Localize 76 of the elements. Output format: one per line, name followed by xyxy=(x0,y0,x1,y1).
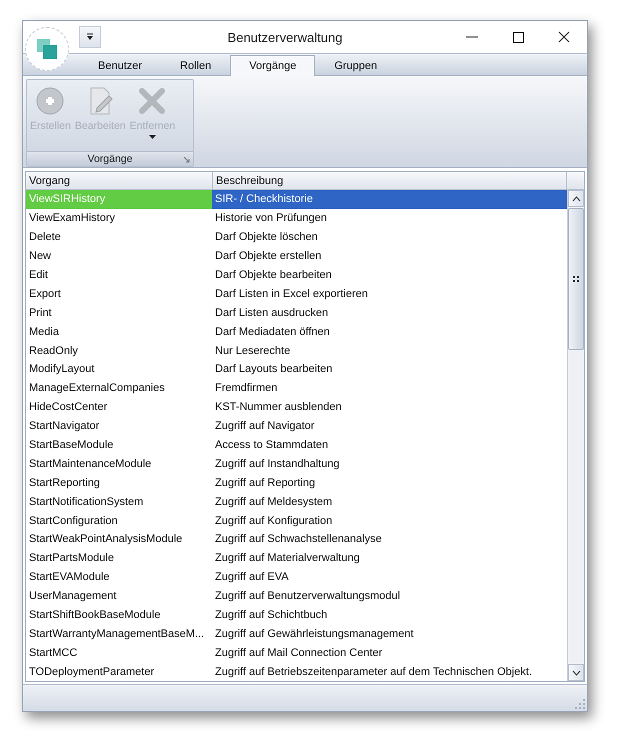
table-cell[interactable]: Darf Mediadaten öffnen xyxy=(212,322,567,342)
quick-access-dropdown[interactable] xyxy=(79,26,101,48)
maximize-icon xyxy=(512,32,524,42)
table-cell[interactable]: StartMaintenanceModule xyxy=(26,454,212,474)
ribbon-tab[interactable]: Gruppen xyxy=(315,55,396,75)
table-cell[interactable]: New xyxy=(26,246,212,266)
dialog-launcher-icon[interactable] xyxy=(184,157,190,163)
table-cell[interactable]: Edit xyxy=(26,266,212,284)
table-cell[interactable]: TODeploymentParameter xyxy=(26,662,212,681)
table-cell[interactable]: Zugriff auf Konfiguration xyxy=(212,511,567,530)
table-cell[interactable]: Darf Listen in Excel exportieren xyxy=(212,284,567,304)
group-label: Vorgänge xyxy=(88,153,132,165)
table-cell[interactable]: StartNotificationSystem xyxy=(26,492,212,512)
table-cell[interactable]: Delete xyxy=(26,228,212,247)
table-cell[interactable]: Historie von Prüfungen xyxy=(212,208,567,228)
table-cell[interactable]: StartReporting xyxy=(26,473,212,492)
chevron-up-icon xyxy=(572,196,580,202)
table-cell[interactable]: Zugriff auf Betriebszeitenparameter auf dem Technischen Objekt. xyxy=(212,662,567,681)
scrollbar[interactable] xyxy=(567,190,584,681)
table-cell[interactable]: Zugriff auf Benutzerverwaltungsmodul xyxy=(212,586,567,606)
table-row[interactable]: ViewSIRHistory SIR- / Checkhistorie xyxy=(26,190,567,209)
close-icon xyxy=(558,31,570,43)
table-cell[interactable]: Zugriff auf Gewährleistungsmanagement xyxy=(212,624,567,644)
window-title: Benutzerverwaltung xyxy=(226,30,344,44)
ribbon-tab[interactable]: Benutzer xyxy=(79,55,162,75)
table-cell[interactable]: ViewExamHistory xyxy=(26,208,212,228)
resize-grip-icon[interactable] xyxy=(575,699,585,709)
table-cell[interactable]: StartWeakPointAnalysisModule xyxy=(26,530,212,549)
table-cell[interactable]: SIR- / Checkhistorie xyxy=(212,190,567,209)
table-cell[interactable]: StartMCC xyxy=(26,643,212,662)
plus-icon xyxy=(35,86,66,116)
table-cell[interactable]: Zugriff auf Schwachstellenanalyse xyxy=(212,530,567,549)
caret-icon xyxy=(86,33,94,41)
table-cell[interactable]: Darf Objekte löschen xyxy=(212,228,567,247)
table-cell[interactable]: Zugriff auf Materialverwaltung xyxy=(212,548,567,568)
table-cell[interactable]: StartPartsModule xyxy=(26,548,212,568)
table-cell[interactable]: StartEVAModule xyxy=(26,568,212,587)
column-header[interactable]: Vorgang xyxy=(26,172,213,190)
table-cell[interactable]: StartBaseModule xyxy=(26,436,212,454)
table-cell[interactable]: KST-Nummer ausblenden xyxy=(212,398,567,417)
table-cell[interactable]: Zugriff auf Schichtbuch xyxy=(212,606,567,624)
table-cell[interactable]: StartNavigator xyxy=(26,416,212,436)
table-cell[interactable]: Access to Stammdaten xyxy=(212,436,567,454)
scrollbar-thumb[interactable] xyxy=(568,208,584,350)
table-cell[interactable]: Zugriff auf Mail Connection Center xyxy=(212,643,567,662)
table-cell[interactable]: HideCostCenter xyxy=(26,398,212,417)
table-cell[interactable]: Fremdfirmen xyxy=(212,378,567,398)
table-cell[interactable]: Zugriff auf Reporting xyxy=(212,473,567,492)
table-cell[interactable]: ReadOnly xyxy=(26,341,212,360)
table-cell[interactable]: StartWarrantyManagementBaseM... xyxy=(26,624,212,644)
table-cell[interactable]: Nur Leserechte xyxy=(212,341,567,360)
table-cell[interactable]: Zugriff auf Navigator xyxy=(212,416,567,436)
table-cell[interactable]: Zugriff auf Meldesystem xyxy=(212,492,567,512)
table-cell[interactable]: UserManagement xyxy=(26,586,212,606)
x-icon xyxy=(137,86,168,116)
grip-icon xyxy=(573,276,579,282)
table-cell[interactable]: Media xyxy=(26,322,212,342)
table-cell[interactable]: Darf Objekte erstellen xyxy=(212,246,567,266)
table-cell[interactable]: Print xyxy=(26,303,212,322)
table-cell[interactable]: StartShiftBookBaseModule xyxy=(26,606,212,624)
column-header[interactable]: Beschreibung xyxy=(213,172,567,190)
chevron-down-icon xyxy=(572,670,580,676)
table-cell[interactable]: Darf Listen ausdrucken xyxy=(212,303,567,322)
minimize-icon xyxy=(466,36,478,38)
table-cell[interactable]: Export xyxy=(26,284,212,304)
app-logo-icon xyxy=(35,37,59,61)
ribbon-tab[interactable]: Vorgänge xyxy=(230,55,316,76)
table-cell[interactable]: StartConfiguration xyxy=(26,511,212,530)
table-cell[interactable]: Zugriff auf EVA xyxy=(212,568,567,587)
table-cell[interactable]: Darf Layouts bearbeiten xyxy=(212,360,567,379)
table-cell[interactable]: Zugriff auf Instandhaltung xyxy=(212,454,567,474)
table-cell[interactable]: ManageExternalCompanies xyxy=(26,378,212,398)
table-cell[interactable]: ModifyLayout xyxy=(26,360,212,379)
header-corner xyxy=(567,172,584,190)
table-cell[interactable]: Darf Objekte bearbeiten xyxy=(212,266,567,284)
ribbon-tab[interactable]: Rollen xyxy=(161,55,230,75)
